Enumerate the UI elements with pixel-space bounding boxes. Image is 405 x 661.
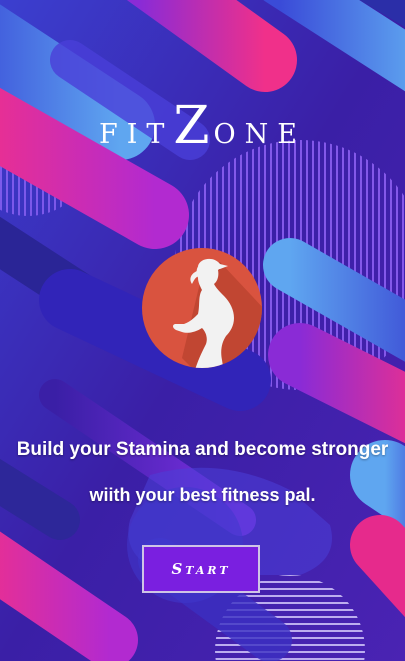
start-button[interactable]: Start (142, 545, 260, 593)
tagline-line-2: wiith your best fitness pal. (89, 485, 316, 505)
app-logo: fitZone fitZone (98, 96, 307, 156)
tagline-line-1: Build your Stamina and become stronger (16, 439, 389, 460)
runner-icon (142, 248, 262, 368)
